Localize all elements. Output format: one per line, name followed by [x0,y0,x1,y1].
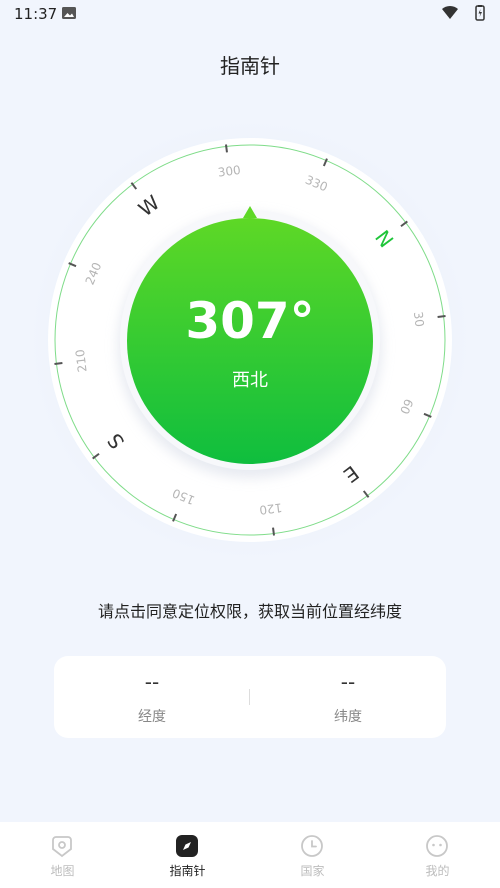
compass-tick [272,527,276,536]
page-title: 指南针 [220,54,280,78]
latitude-block: -- 纬度 [250,656,446,738]
compass-tick [54,362,63,366]
status-bar: 11:37 [0,0,500,28]
degree-label-120: 120 [258,500,282,517]
face-icon [426,835,448,857]
compass-tick [224,144,228,153]
tab-map-label: 地图 [50,864,75,878]
longitude-value: -- [144,670,160,694]
map-pin-icon [52,836,72,858]
bottom-tab-bar: 地图 指南针 国家 我的 [0,822,500,888]
degree-label-300: 300 [217,163,241,180]
heading-direction: 西北 [232,370,268,391]
latitude-value: -- [340,670,356,694]
tab-map[interactable]: 地图 [0,822,125,888]
compass-icon [176,835,198,857]
coordinates-card: -- 经度 -- 纬度 [54,656,446,738]
longitude-label: 经度 [138,709,166,725]
tab-country-label: 国家 [300,864,325,878]
status-icons [442,5,485,21]
tab-compass-label: 指南针 [169,864,206,878]
clock-icon [301,835,323,857]
longitude-block: -- 经度 [54,656,250,738]
image-notification-icon [62,7,76,19]
battery-icon [475,5,485,21]
tab-country[interactable]: 国家 [250,822,375,888]
status-time: 11:37 [14,5,58,23]
location-permission-hint[interactable]: 请点击同意定位权限，获取当前位置经纬度 [0,598,500,622]
latitude-label: 纬度 [334,709,362,725]
tab-profile[interactable]: 我的 [375,822,500,888]
heading-value: 307° [185,292,315,350]
tab-profile-label: 我的 [425,864,450,878]
tab-compass[interactable]: 指南针 [125,822,250,888]
wifi-icon [442,5,458,20]
